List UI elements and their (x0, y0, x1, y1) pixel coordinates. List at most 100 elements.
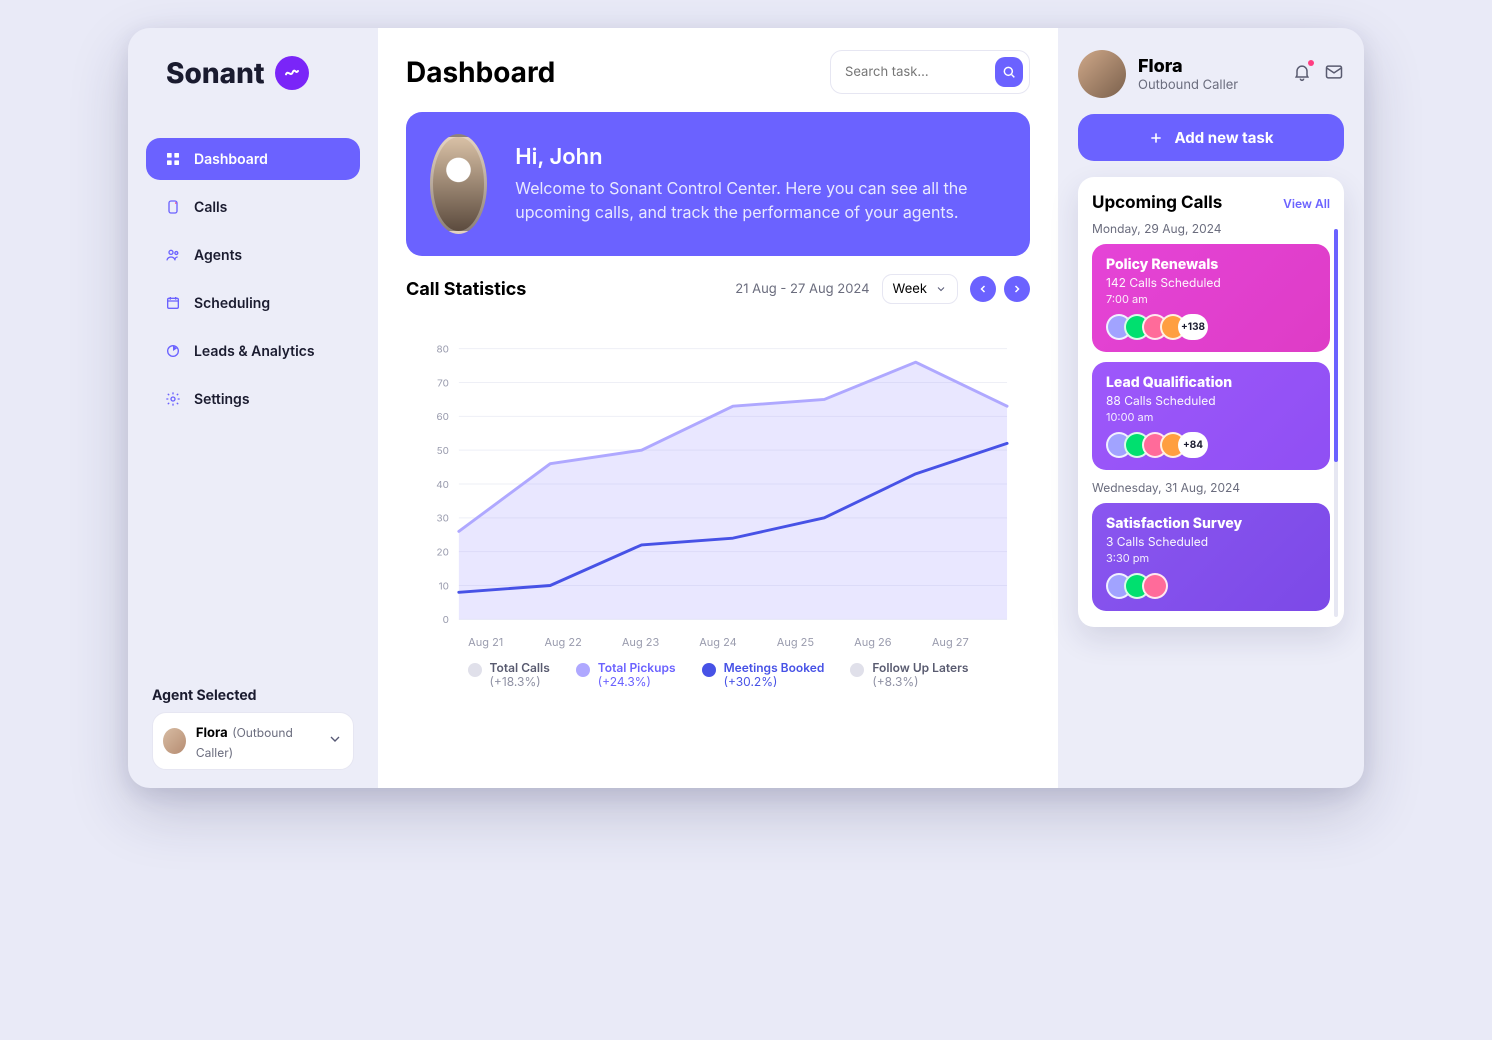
legend-item[interactable]: Follow Up Laters(+8.3%) (850, 661, 968, 689)
users-icon (164, 246, 182, 264)
call-subtitle: 142 Calls Scheduled (1106, 275, 1316, 290)
agent-selector[interactable]: Flora (Outbound Caller) (152, 712, 354, 770)
hero-description: Welcome to Sonant Control Center. Here y… (515, 176, 1006, 224)
profile-icons (1292, 62, 1344, 86)
brand-name: Sonant (166, 56, 265, 90)
chevron-right-icon (1011, 283, 1023, 295)
scrollbar[interactable] (1334, 229, 1338, 617)
nav-item-calls[interactable]: Calls (146, 186, 360, 228)
call-title: Lead Qualification (1106, 374, 1316, 391)
app-shell: Sonant Dashboard Calls (128, 28, 1364, 788)
nav-item-dashboard[interactable]: Dashboard (146, 138, 360, 180)
search-icon (1001, 64, 1017, 80)
agent-selected: Agent Selected Flora (Outbound Caller) (146, 687, 360, 770)
add-task-button[interactable]: Add new task (1078, 114, 1344, 161)
nav-label: Settings (194, 391, 250, 408)
mail-icon[interactable] (1324, 62, 1344, 86)
x-tick: Aug 22 (524, 635, 601, 649)
pie-icon (164, 342, 182, 360)
avatar-stack (1106, 573, 1316, 599)
legend-item[interactable]: Meetings Booked(+30.2%) (702, 661, 825, 689)
call-title: Satisfaction Survey (1106, 515, 1316, 532)
svg-text:70: 70 (437, 378, 449, 390)
call-time: 7:00 am (1106, 292, 1316, 306)
call-card[interactable]: Satisfaction Survey 3 Calls Scheduled 3:… (1092, 503, 1330, 611)
search-box (830, 50, 1030, 94)
hero-avatar (430, 134, 487, 234)
legend-dot-icon (576, 663, 590, 677)
call-card[interactable]: Policy Renewals 142 Calls Scheduled 7:00… (1092, 244, 1330, 352)
brand: Sonant (146, 50, 360, 90)
legend-item[interactable]: Total Pickups(+24.3%) (576, 661, 676, 689)
chevron-down-icon (327, 731, 343, 751)
svg-text:50: 50 (437, 445, 449, 457)
svg-text:40: 40 (436, 479, 449, 491)
nav-label: Agents (194, 247, 242, 264)
welcome-banner: Hi, John Welcome to Sonant Control Cente… (406, 112, 1030, 256)
add-task-label: Add new task (1174, 128, 1273, 147)
nav-label: Dashboard (194, 151, 268, 168)
x-tick: Aug 25 (757, 635, 834, 649)
avatar-overflow: +84 (1178, 432, 1208, 458)
x-tick: Aug 21 (447, 635, 524, 649)
chart: 01020304050607080 (407, 329, 1029, 629)
grid-icon (164, 150, 182, 168)
agent-selected-heading: Agent Selected (152, 687, 354, 704)
legend-dot-icon (850, 663, 864, 677)
page-title: Dashboard (406, 55, 555, 89)
profile-avatar (1078, 50, 1126, 98)
prev-range-button[interactable] (970, 276, 996, 302)
upcoming-calls-card: Upcoming Calls View All Monday, 29 Aug, … (1078, 177, 1344, 627)
call-time: 3:30 pm (1106, 551, 1316, 565)
agent-name: Flora (196, 725, 228, 741)
x-axis: Aug 21Aug 22Aug 23Aug 24Aug 25Aug 26Aug … (407, 635, 1029, 649)
x-tick: Aug 26 (834, 635, 911, 649)
nav-item-agents[interactable]: Agents (146, 234, 360, 276)
call-card[interactable]: Lead Qualification 88 Calls Scheduled 10… (1092, 362, 1330, 470)
upcoming-list: Monday, 29 Aug, 2024 Policy Renewals 142… (1092, 221, 1330, 611)
phone-icon (164, 198, 182, 216)
calendar-icon (164, 294, 182, 312)
nav-item-scheduling[interactable]: Scheduling (146, 282, 360, 324)
chevron-down-icon (935, 283, 947, 295)
next-range-button[interactable] (1004, 276, 1030, 302)
svg-text:80: 80 (436, 344, 448, 356)
x-tick: Aug 27 (912, 635, 989, 649)
greeting: Hi, John (515, 144, 1006, 170)
legend: Total Calls(+18.3%) Total Pickups(+24.3%… (407, 649, 1029, 689)
legend-dot-icon (702, 663, 716, 677)
avatar (163, 728, 186, 754)
chart-svg: 01020304050607080 (419, 339, 1017, 629)
upcoming-date: Monday, 29 Aug, 2024 (1092, 221, 1330, 236)
nav-label: Scheduling (194, 295, 270, 312)
profile-role: Outbound Caller (1138, 77, 1238, 93)
sidebar: Sonant Dashboard Calls (128, 28, 378, 788)
profile: Flora Outbound Caller (1078, 50, 1344, 98)
search-input[interactable] (843, 63, 985, 81)
call-title: Policy Renewals (1106, 256, 1316, 273)
x-tick: Aug 24 (679, 635, 756, 649)
brand-logo-icon (275, 56, 309, 90)
avatar (1142, 573, 1168, 599)
plus-icon (1148, 130, 1164, 146)
range-nav (970, 276, 1030, 302)
granularity-select[interactable]: Week (882, 274, 958, 304)
chevron-left-icon (977, 283, 989, 295)
svg-text:10: 10 (439, 581, 449, 593)
x-tick: Aug 23 (602, 635, 679, 649)
call-subtitle: 88 Calls Scheduled (1106, 393, 1316, 408)
granularity-label: Week (893, 281, 927, 297)
gear-icon (164, 390, 182, 408)
view-all-link[interactable]: View All (1283, 196, 1330, 211)
call-subtitle: 3 Calls Scheduled (1106, 534, 1316, 549)
profile-name: Flora (1138, 56, 1238, 77)
call-time: 10:00 am (1106, 410, 1316, 424)
svg-text:30: 30 (436, 513, 448, 525)
bell-icon[interactable] (1292, 62, 1312, 86)
chart-card: 01020304050607080 Aug 21Aug 22Aug 23Aug … (406, 322, 1030, 690)
nav-item-settings[interactable]: Settings (146, 378, 360, 420)
legend-item[interactable]: Total Calls(+18.3%) (468, 661, 550, 689)
search-button[interactable] (995, 57, 1023, 87)
stats-header: Call Statistics 21 Aug - 27 Aug 2024 Wee… (406, 274, 1030, 304)
nav-item-leads[interactable]: Leads & Analytics (146, 330, 360, 372)
